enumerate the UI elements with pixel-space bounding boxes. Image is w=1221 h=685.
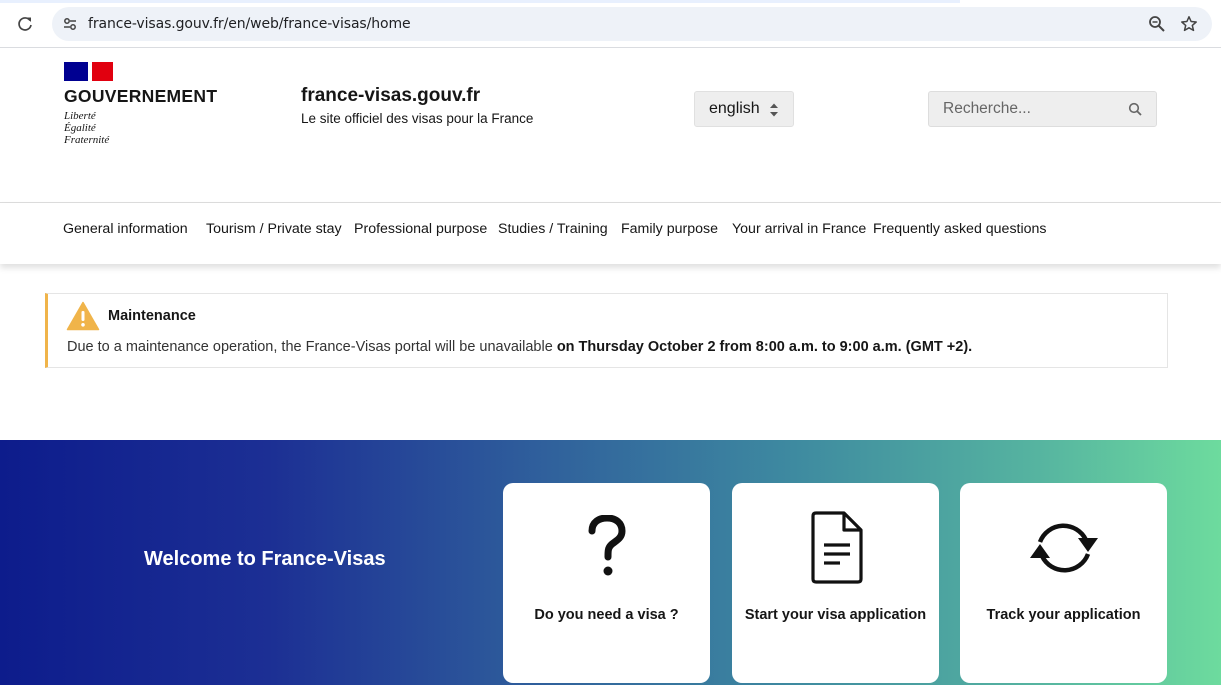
reload-button[interactable]	[14, 13, 36, 35]
maintenance-notice: Maintenance Due to a maintenance operati…	[45, 293, 1168, 368]
hero-title: Welcome to France-Visas	[144, 548, 386, 570]
nav-tourism-private-stay[interactable]: Tourism / Private stay	[206, 221, 342, 237]
devise-liberte: Liberté	[64, 110, 96, 122]
bookmark-star-icon[interactable]	[1180, 15, 1198, 33]
document-icon	[796, 511, 876, 585]
url-text[interactable]: france-visas.gouv.fr/en/web/france-visas…	[88, 16, 411, 32]
site-tagline: Le site officiel des visas pour la Franc…	[301, 111, 534, 126]
nav-faq[interactable]: Frequently asked questions	[873, 221, 1047, 237]
refresh-icon	[1024, 511, 1104, 585]
browser-toolbar: france-visas.gouv.fr/en/web/france-visas…	[0, 0, 1221, 48]
nav-professional-purpose[interactable]: Professional purpose	[354, 221, 487, 237]
warning-icon	[66, 301, 100, 331]
marianne-flag-icon	[64, 62, 113, 81]
zoom-icon[interactable]	[1148, 15, 1166, 33]
reload-icon	[18, 17, 32, 31]
government-logo[interactable]: GOUVERNEMENT Liberté Égalité Fraternité	[64, 62, 217, 146]
notice-text-bold: on Thursday October 2 from 8:00 a.m. to …	[556, 339, 973, 355]
nav-family-purpose[interactable]: Family purpose	[621, 221, 718, 237]
devise-fraternite: Fraternité	[64, 134, 110, 146]
card-need-visa[interactable]: Do you need a visa ?	[503, 483, 710, 683]
site-info-button[interactable]	[60, 14, 80, 34]
notice-text: Due to a maintenance operation, the Fran…	[67, 339, 972, 355]
card-label: Do you need a visa ?	[534, 607, 679, 623]
card-label: Start your visa application	[744, 607, 927, 623]
card-label: Track your application	[986, 607, 1141, 623]
main-navigation: General information Tourism / Private st…	[0, 203, 1221, 264]
devise-egalite: Égalité	[64, 122, 96, 134]
site-name-link[interactable]: france-visas.gouv.fr	[301, 85, 480, 107]
card-track-application[interactable]: Track your application	[960, 483, 1167, 683]
search-icon[interactable]	[1128, 102, 1142, 116]
notice-text-regular: Due to a maintenance operation, the Fran…	[67, 339, 557, 355]
language-select[interactable]: english	[694, 91, 794, 127]
hero-section: Welcome to France-Visas Do you need a vi…	[0, 440, 1221, 685]
search-input[interactable]	[929, 92, 1119, 126]
question-mark-icon	[567, 511, 647, 585]
card-start-application[interactable]: Start your visa application	[732, 483, 939, 683]
tune-icon	[64, 18, 76, 30]
page-load-indicator	[0, 0, 960, 3]
notice-title: Maintenance	[108, 308, 196, 324]
nav-studies-training[interactable]: Studies / Training	[498, 221, 608, 237]
address-bar[interactable]: france-visas.gouv.fr/en/web/france-visas…	[52, 7, 1212, 41]
select-arrows-icon	[770, 103, 778, 117]
language-value: english	[709, 100, 760, 117]
nav-general-information[interactable]: General information	[63, 221, 188, 237]
search-box	[928, 91, 1157, 127]
nav-arrival-in-france[interactable]: Your arrival in France	[732, 221, 866, 237]
gov-title: GOUVERNEMENT	[64, 86, 218, 106]
devise: Liberté Égalité Fraternité	[64, 110, 217, 146]
